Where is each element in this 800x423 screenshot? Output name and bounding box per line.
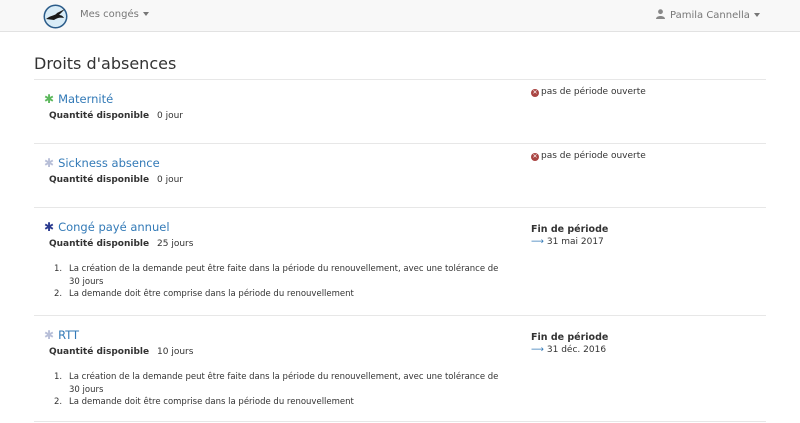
quantity-value: 0 jour [157, 175, 183, 185]
absence-entry-rtt: ✱ RTT Quantité disponible 10 jours Fin de… [34, 316, 766, 423]
quantity-value: 10 jours [157, 347, 194, 357]
mes-conges-label: Mes congés [80, 9, 139, 20]
quantity-value: 25 jours [157, 239, 194, 249]
user-menu[interactable]: Pamila Cannella [656, 9, 760, 21]
quantity-value: 0 jour [157, 111, 183, 121]
entry-title-label: RTT [58, 328, 80, 342]
absence-entry-conge-paye: ✱ Congé payé annuel Quantité disponible 2… [34, 208, 766, 316]
error-icon: ✕ [531, 153, 539, 161]
period-date-text: 31 mai 2017 [546, 237, 604, 247]
arrow-right-icon: ⟶ [531, 345, 544, 355]
period-end-date: ⟶ 31 déc. 2016 [531, 345, 606, 355]
user-icon [656, 9, 665, 19]
error-icon: ✕ [531, 89, 539, 97]
status-text: pas de période ouverte [541, 87, 646, 97]
absence-entry-maternite: ✱ Maternité Quantité disponible 0 jour ✕ p… [34, 80, 766, 144]
status-text: pas de période ouverte [541, 151, 646, 161]
mes-conges-menu[interactable]: Mes congés [80, 9, 149, 20]
rules-list: 1. La création de la demande peut être fa… [54, 371, 534, 409]
asterisk-icon: ✱ [44, 156, 55, 170]
period-date-text: 31 déc. 2016 [546, 345, 607, 355]
chevron-down-icon [142, 12, 149, 16]
divider [34, 421, 766, 422]
period-status: ✕ pas de période ouverte [531, 87, 646, 97]
list-item: 2. La demande doit être comprise dans la … [54, 397, 354, 407]
entry-title-label: Maternité [58, 92, 114, 106]
top-navbar: Mes congés Pamila Cannella [0, 0, 800, 32]
entry-title-label: Congé payé annuel [58, 220, 170, 234]
period-end-label: Fin de période [531, 332, 609, 343]
chevron-down-icon [753, 13, 760, 17]
absence-entry-sickness: ✱ Sickness absence Quantité disponible 0 … [34, 144, 766, 208]
asterisk-icon: ✱ [44, 220, 55, 234]
quantity-label: Quantité disponible [49, 239, 150, 249]
list-item: 2. La demande doit être comprise dans la … [54, 289, 354, 299]
list-item: 1. La création de la demande peut être fa… [54, 264, 499, 287]
period-end-label: Fin de période [531, 224, 609, 235]
entry-title-maternite[interactable]: ✱ Maternité [44, 92, 113, 106]
arrow-right-icon: ⟶ [531, 237, 544, 247]
list-item: 1. La création de la demande peut être fa… [54, 372, 499, 395]
entry-title-rtt[interactable]: ✱ RTT [44, 328, 79, 342]
page-title: Droits d'absences [34, 54, 177, 73]
entry-title-sickness[interactable]: ✱ Sickness absence [44, 156, 160, 170]
entry-title-conge-paye[interactable]: ✱ Congé payé annuel [44, 220, 170, 234]
quantity-label: Quantité disponible [49, 347, 150, 357]
period-end-date: ⟶ 31 mai 2017 [531, 237, 604, 247]
quantity-label: Quantité disponible [49, 175, 150, 185]
quantity-label: Quantité disponible [49, 111, 150, 121]
entry-title-label: Sickness absence [58, 156, 160, 170]
asterisk-icon: ✱ [44, 328, 55, 342]
asterisk-icon: ✱ [44, 92, 55, 106]
swallow-logo-icon[interactable] [43, 4, 68, 29]
user-name: Pamila Cannella [670, 10, 750, 21]
rules-list: 1. La création de la demande peut être fa… [54, 263, 534, 301]
period-status: ✕ pas de période ouverte [531, 151, 646, 161]
